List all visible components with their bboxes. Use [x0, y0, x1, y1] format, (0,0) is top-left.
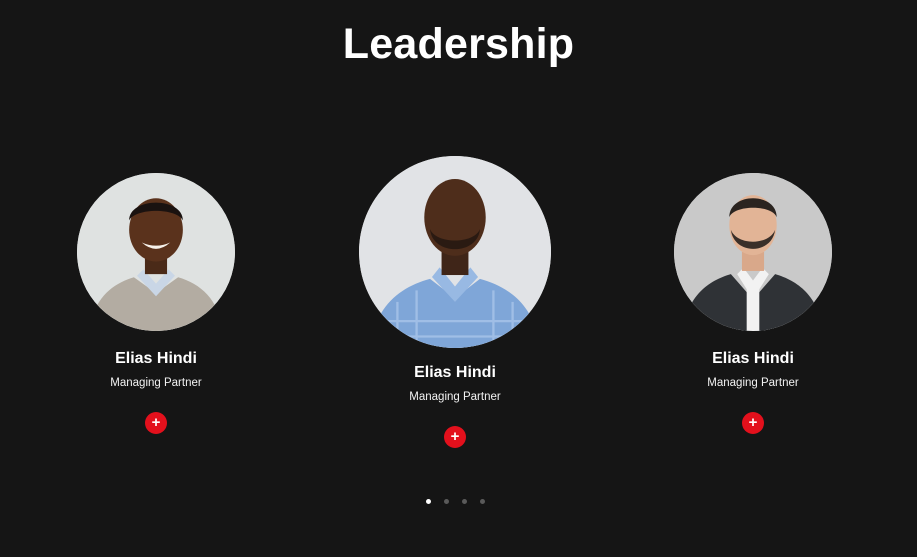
team-member-card: Elias Hindi Managing Partner + — [653, 173, 853, 434]
plus-icon: + — [748, 414, 758, 431]
carousel-dot[interactable] — [462, 499, 467, 504]
carousel-dot[interactable] — [444, 499, 449, 504]
plus-icon: + — [151, 414, 161, 431]
team-member-card: Elias Hindi Managing Partner + — [335, 156, 575, 448]
member-role: Managing Partner — [707, 377, 799, 389]
avatar — [77, 173, 235, 331]
team-member-card: Elias Hindi Managing Partner + — [56, 173, 256, 434]
carousel-pagination — [426, 499, 485, 504]
portrait-photo — [359, 156, 551, 348]
portrait-photo — [674, 173, 832, 331]
expand-bio-button[interactable]: + — [742, 412, 764, 434]
expand-bio-button[interactable]: + — [145, 412, 167, 434]
portrait-photo — [77, 173, 235, 331]
member-name: Elias Hindi — [115, 350, 197, 367]
member-role: Managing Partner — [409, 391, 501, 403]
carousel-dot[interactable] — [426, 499, 431, 504]
member-name: Elias Hindi — [712, 350, 794, 367]
carousel-dot[interactable] — [480, 499, 485, 504]
section-title: Leadership — [342, 20, 575, 68]
expand-bio-button[interactable]: + — [444, 426, 466, 448]
member-role: Managing Partner — [110, 377, 202, 389]
avatar — [359, 156, 551, 348]
avatar — [674, 173, 832, 331]
member-name: Elias Hindi — [414, 364, 496, 381]
plus-icon: + — [450, 428, 460, 445]
